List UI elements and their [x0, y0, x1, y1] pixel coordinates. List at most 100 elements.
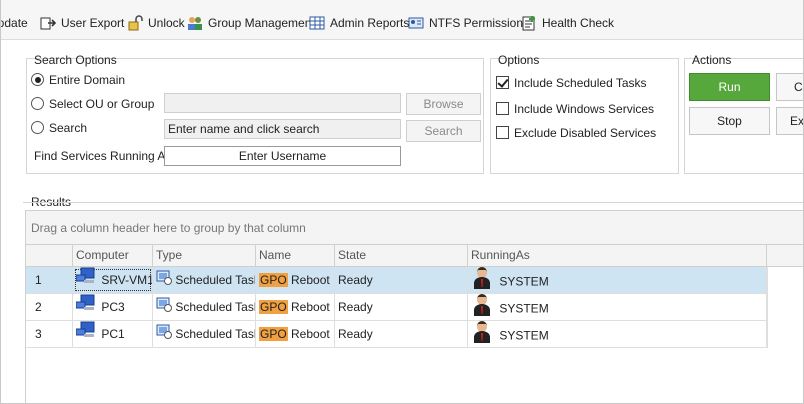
gpo-tag: GPO — [259, 300, 288, 314]
results-grid: Drag a column header here to group by th… — [25, 210, 803, 403]
runningas-text: SYSTEM — [499, 328, 549, 343]
unlock-label: Unlock — [148, 16, 185, 30]
column-header-state[interactable]: State — [335, 245, 468, 267]
ntfs-permissions-button[interactable]: NTFS Permissions — [408, 13, 529, 33]
computer-name: SRV-VM1 — [101, 273, 153, 287]
ntfs-icon — [408, 15, 424, 31]
empty-header — [767, 245, 803, 267]
health-check-label: Health Check — [542, 16, 615, 30]
computer-cell[interactable]: SRV-VM1 — [73, 267, 153, 293]
row-number: 3 — [26, 321, 73, 347]
scheduled-task-icon — [156, 268, 172, 293]
computer-icon — [75, 267, 98, 293]
type-cell: Scheduled Task — [153, 294, 256, 320]
run-button[interactable]: Run — [689, 73, 770, 101]
computer-name: PC3 — [101, 300, 125, 314]
options-title: Options — [498, 53, 540, 67]
search-options-title: Search Options — [34, 53, 117, 67]
row-number: 1 — [26, 267, 73, 293]
column-header-type[interactable]: Type — [153, 245, 256, 267]
search-label: Search — [49, 121, 88, 135]
browse-button[interactable]: Browse — [406, 93, 481, 115]
exclude-disabled-services-label: Exclude Disabled Services — [514, 126, 657, 140]
unlock-button[interactable]: Unlock — [127, 13, 185, 33]
user-avatar-icon — [473, 321, 491, 347]
row-number: 2 — [26, 294, 73, 320]
name-cell: GPO Reboot — [256, 267, 335, 293]
find-running-as-label: Find Services Running As — [34, 149, 172, 163]
name-cell: GPO Reboot — [256, 321, 335, 347]
grid-edge — [767, 267, 768, 348]
include-scheduled-tasks-label: Include Scheduled Tasks — [514, 76, 647, 90]
export-button[interactable]: Ex — [776, 107, 803, 135]
runningas-cell: SYSTEM — [468, 294, 767, 320]
update-button[interactable]: Update — [1, 13, 28, 33]
row-indicator-header — [26, 245, 73, 267]
username-input[interactable]: Enter Username — [164, 146, 401, 166]
search-radio[interactable] — [31, 121, 44, 134]
table-row[interactable]: 2 PC3 Scheduled Task GPO Reboot Ready SY… — [26, 294, 767, 321]
name-cell: GPO Reboot — [256, 294, 335, 320]
state-cell: Ready — [335, 321, 468, 347]
state-cell: Ready — [335, 267, 468, 293]
admin-reports-label: Admin Reports — [330, 16, 410, 30]
name-text: Reboot — [287, 327, 330, 341]
scheduled-task-icon — [156, 322, 172, 347]
include-scheduled-tasks-checkbox[interactable] — [496, 76, 509, 89]
name-text: Reboot — [287, 300, 330, 314]
results-divider — [23, 202, 803, 203]
runningas-text: SYSTEM — [499, 301, 549, 316]
gpo-tag: GPO — [259, 327, 288, 341]
group-management-button[interactable]: Group Management — [187, 13, 315, 33]
type-cell: Scheduled Task — [153, 267, 256, 293]
include-windows-services-checkbox[interactable] — [496, 102, 509, 115]
computer-name: PC1 — [101, 327, 125, 341]
computer-icon — [75, 321, 98, 347]
search-input[interactable]: Enter name and click search — [164, 119, 401, 139]
gpo-tag: GPO — [259, 273, 288, 287]
type-text: Scheduled Task — [175, 300, 256, 314]
group-by-panel[interactable]: Drag a column header here to group by th… — [26, 211, 803, 245]
include-windows-services-label: Include Windows Services — [514, 102, 655, 116]
select-ou-radio[interactable] — [31, 97, 44, 110]
group-icon — [187, 15, 203, 31]
user-avatar-icon — [473, 267, 491, 293]
type-cell: Scheduled Task — [153, 321, 256, 347]
toolbar: Update User Export Unlock Group Manageme… — [1, 0, 803, 40]
type-text: Scheduled Task — [175, 327, 256, 341]
table-row[interactable]: 1 SRV-VM1 Scheduled Task GPO Reboot Read… — [26, 267, 767, 294]
ou-field[interactable] — [164, 93, 401, 113]
column-header-computer[interactable]: Computer — [73, 245, 153, 267]
entire-domain-radio[interactable] — [31, 73, 44, 86]
runningas-cell: SYSTEM — [468, 321, 767, 347]
table-row[interactable]: 3 PC1 Scheduled Task GPO Reboot Ready SY… — [26, 321, 767, 348]
user-export-label: User Export — [61, 16, 125, 30]
actions-title: Actions — [692, 53, 732, 67]
update-label: Update — [1, 16, 28, 30]
computer-cell[interactable]: PC1 — [73, 321, 153, 347]
admin-reports-button[interactable]: Admin Reports — [309, 13, 409, 33]
user-avatar-icon — [473, 294, 491, 320]
exclude-disabled-services-checkbox[interactable] — [496, 126, 509, 139]
column-header-runningas[interactable]: RunningAs — [468, 245, 767, 267]
state-cell: Ready — [335, 294, 468, 320]
export-icon — [40, 15, 57, 31]
select-ou-label: Select OU or Group — [49, 97, 155, 111]
health-check-icon — [521, 15, 537, 31]
type-text: Scheduled Task — [175, 273, 256, 287]
health-check-button[interactable]: Health Check — [521, 13, 614, 33]
report-icon — [309, 15, 325, 31]
column-header-name[interactable]: Name — [256, 245, 335, 267]
group-management-label: Group Management — [208, 16, 315, 30]
runningas-cell: SYSTEM — [468, 267, 767, 293]
search-button[interactable]: Search — [406, 120, 481, 142]
scheduled-task-icon — [156, 295, 172, 320]
app-window: Update User Export Unlock Group Manageme… — [0, 0, 804, 404]
clear-button[interactable]: C — [776, 73, 803, 101]
entire-domain-label: Entire Domain — [49, 73, 126, 87]
user-export-button[interactable]: User Export — [40, 13, 124, 33]
stop-button[interactable]: Stop — [689, 107, 770, 135]
runningas-text: SYSTEM — [499, 274, 549, 289]
name-text: Reboot — [287, 273, 330, 287]
computer-cell[interactable]: PC3 — [73, 294, 153, 320]
